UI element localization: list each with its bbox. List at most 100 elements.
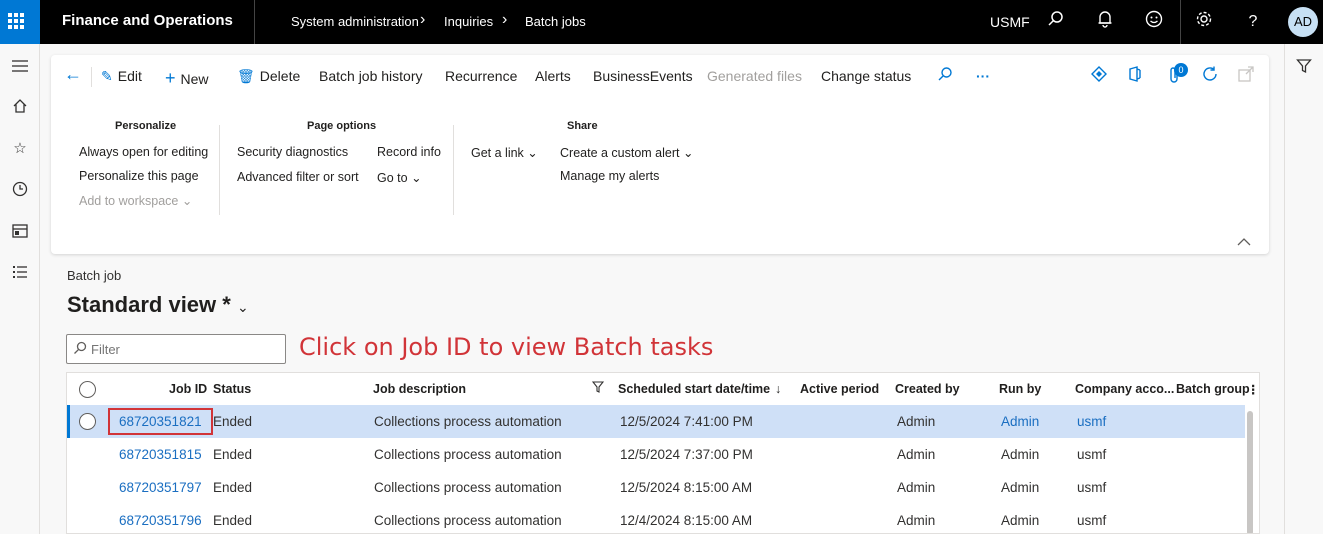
generated-files-button[interactable]: Generated files <box>707 68 802 84</box>
filter-icon[interactable] <box>1290 52 1318 80</box>
create-custom-alert-item[interactable]: Create a custom alert ⌄ <box>560 145 693 160</box>
column-options-more-icon[interactable]: ⋮ <box>1247 382 1259 397</box>
go-to-item[interactable]: Go to ⌄ <box>377 170 422 185</box>
column-header-scheduled-start[interactable]: Scheduled start date/time <box>618 382 770 396</box>
column-header-status[interactable]: Status <box>213 382 251 396</box>
power-apps-icon[interactable] <box>1091 66 1107 85</box>
delete-button[interactable]: 🗑 Delete <box>237 68 300 85</box>
security-diagnostics-item[interactable]: Security diagnostics <box>237 145 348 159</box>
recurrence-button[interactable]: Recurrence <box>445 68 517 84</box>
table-row[interactable]: 68720351815 Ended Collections process au… <box>67 438 1245 471</box>
batch-job-history-button[interactable]: Batch job history <box>319 68 423 84</box>
description-cell: Collections process automation <box>374 480 562 495</box>
batch-jobs-grid: Job ID Status Job description Scheduled … <box>66 372 1260 534</box>
bell-icon[interactable] <box>1093 10 1117 34</box>
company-link[interactable]: usmf <box>1077 414 1106 429</box>
status-cell: Ended <box>213 513 253 528</box>
column-header-created-by[interactable]: Created by <box>895 382 960 396</box>
home-icon[interactable] <box>6 92 34 120</box>
edit-label: Edit <box>117 68 142 84</box>
collapse-chevron-up-icon[interactable] <box>1237 233 1251 249</box>
open-new-window-icon[interactable] <box>1238 66 1254 85</box>
created-by-cell: Admin <box>897 447 936 462</box>
avatar[interactable]: AD <box>1288 7 1318 37</box>
column-header-job-id[interactable]: Job ID <box>169 382 207 396</box>
chevron-down-icon: ⌄ <box>236 299 249 315</box>
workspaces-icon[interactable] <box>6 217 34 245</box>
filter-input[interactable] <box>91 340 276 358</box>
column-header-run-by[interactable]: Run by <box>999 382 1041 396</box>
view-selector[interactable]: Standard view * ⌄ <box>67 292 249 318</box>
more-options-icon[interactable]: ··· <box>976 68 990 84</box>
grid-scrollbar[interactable] <box>1247 411 1253 533</box>
divider <box>219 125 220 215</box>
clock-recent-icon[interactable] <box>6 175 34 203</box>
run-by-link[interactable]: Admin <box>1001 414 1039 429</box>
select-all-radio[interactable] <box>79 381 96 398</box>
job-id-link[interactable]: 68720351821 <box>119 414 202 429</box>
gear-icon[interactable] <box>1192 10 1216 34</box>
refresh-icon[interactable] <box>1201 65 1219 86</box>
record-info-item[interactable]: Record info <box>377 145 441 159</box>
right-filter-pane <box>1284 44 1323 534</box>
smiley-feedback-icon[interactable] <box>1142 10 1166 34</box>
search-icon[interactable] <box>1044 10 1068 34</box>
description-cell: Collections process automation <box>374 414 562 429</box>
edit-button[interactable]: ✎ Edit <box>101 68 142 85</box>
chevron-down-icon: ⌄ <box>527 146 538 160</box>
company-cell: usmf <box>1077 480 1107 495</box>
get-a-link-item[interactable]: Get a link ⌄ <box>471 145 538 160</box>
table-row[interactable]: 68720351821 Ended Collections process au… <box>67 405 1245 438</box>
column-header-active-period[interactable]: Active period <box>800 382 879 396</box>
manage-my-alerts-item[interactable]: Manage my alerts <box>560 169 659 183</box>
job-id-link[interactable]: 68720351796 <box>119 513 202 528</box>
personalize-this-page-item[interactable]: Personalize this page <box>79 169 199 183</box>
job-id-link[interactable]: 68720351797 <box>119 480 202 495</box>
run-by-cell: Admin <box>1001 480 1040 495</box>
filter-box[interactable] <box>66 334 286 364</box>
business-events-button[interactable]: BusinessEvents <box>593 68 693 84</box>
modules-list-icon[interactable] <box>6 258 34 286</box>
instruction-annotation: Click on Job ID to view Batch tasks <box>299 333 714 361</box>
table-row[interactable]: 68720351796 Ended Collections process au… <box>67 504 1245 533</box>
app-title[interactable]: Finance and Operations <box>62 12 233 29</box>
row-select-radio[interactable] <box>79 413 96 430</box>
star-favorites-icon[interactable]: ☆ <box>6 134 34 162</box>
app-launcher-button[interactable] <box>0 0 40 44</box>
attachments-count-badge: 0 <box>1174 63 1188 77</box>
delete-label: Delete <box>259 68 301 84</box>
add-to-workspace-item[interactable]: Add to workspace ⌄ <box>79 193 192 208</box>
run-by-cell: Admin <box>1001 447 1040 462</box>
back-arrow-icon[interactable]: ← <box>64 64 82 85</box>
alerts-button[interactable]: Alerts <box>535 68 571 84</box>
column-filter-funnel-icon[interactable] <box>591 381 605 396</box>
breadcrumb-batch-jobs[interactable]: Batch jobs <box>525 14 586 29</box>
table-row[interactable]: 68720351797 Ended Collections process au… <box>67 471 1245 504</box>
help-icon[interactable]: ? <box>1241 10 1265 34</box>
chevron-down-icon: ⌄ <box>181 194 193 208</box>
get-a-link-label: Get a link <box>471 146 524 160</box>
scheduled-cell: 12/4/2024 8:15:00 AM <box>620 513 753 528</box>
waffle-icon <box>8 13 24 29</box>
sort-descending-arrow-icon[interactable]: ↓ <box>775 382 781 396</box>
new-button[interactable]: + New <box>165 68 209 89</box>
add-to-workspace-label: Add to workspace <box>79 194 179 208</box>
always-open-for-editing-item[interactable]: Always open for editing <box>79 145 208 159</box>
plus-icon: + <box>165 68 176 88</box>
column-header-job-description[interactable]: Job description <box>373 382 466 396</box>
hamburger-menu-icon[interactable] <box>6 52 34 80</box>
column-header-company-account[interactable]: Company acco... <box>1075 382 1174 396</box>
search-icon <box>73 341 87 358</box>
company-picker[interactable]: USMF <box>990 14 1030 30</box>
pencil-icon: ✎ <box>101 68 113 84</box>
breadcrumb-inquiries[interactable]: Inquiries <box>444 14 493 29</box>
office-icon[interactable] <box>1128 66 1142 85</box>
change-status-button[interactable]: Change status <box>821 68 911 84</box>
status-cell: Ended <box>213 447 253 462</box>
breadcrumb-system-administration[interactable]: System administration <box>291 14 419 29</box>
column-header-batch-group[interactable]: Batch group <box>1176 382 1250 396</box>
page-options-group-title: Page options <box>307 120 377 132</box>
advanced-filter-item[interactable]: Advanced filter or sort <box>237 170 359 184</box>
job-id-link[interactable]: 68720351815 <box>119 447 202 462</box>
search-icon[interactable] <box>937 66 953 85</box>
